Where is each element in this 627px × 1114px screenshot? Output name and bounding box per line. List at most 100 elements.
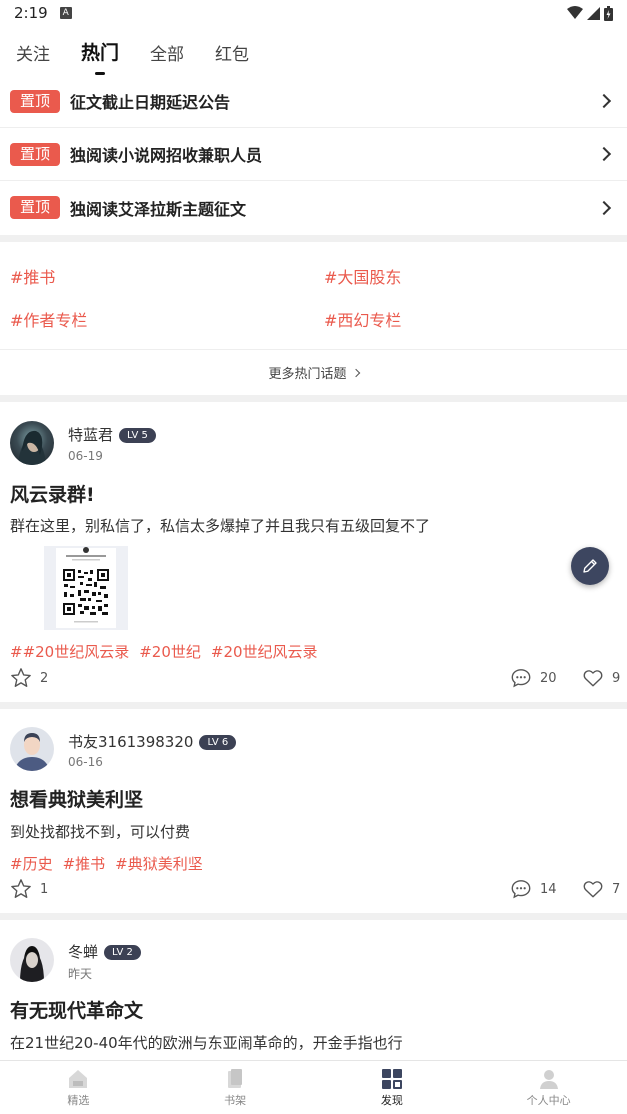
post-actions: 1 14 7: [0, 878, 627, 908]
notification-icon: A: [59, 7, 72, 19]
post-author[interactable]: 特蓝君 LV 5: [68, 424, 156, 445]
nav-label: 个人中心: [526, 1093, 571, 1107]
home-icon: [69, 1069, 88, 1088]
status-time: 2:19: [14, 4, 48, 22]
nav-bookshelf[interactable]: 书架: [157, 1061, 314, 1114]
pinned-title: 征文截止日期延迟公告: [70, 93, 231, 112]
star-icon: [11, 879, 31, 898]
section-divider: [0, 235, 627, 242]
nav-label: 书架: [224, 1093, 247, 1107]
comment-button[interactable]: 14: [510, 878, 557, 900]
more-topics-link[interactable]: 更多热门话题: [0, 349, 627, 395]
avatar[interactable]: [10, 727, 54, 771]
post-date: 06-16: [68, 755, 103, 769]
profile-icon: [539, 1069, 558, 1089]
pinned-list: 置顶 征文截止日期延迟公告 置顶 独阅读小说网招收兼职人员 置顶 独阅读艾泽拉斯…: [0, 75, 627, 234]
favorite-button[interactable]: 1: [10, 878, 48, 900]
chevron-right-icon: [351, 368, 360, 377]
pinned-badge: 置顶: [10, 142, 61, 166]
post-body: 在21世纪20-40年代的欧洲与东亚闹革命的，开金手指也行: [10, 1034, 403, 1052]
tag-link[interactable]: #推书: [63, 853, 106, 874]
username: 冬蝉: [68, 943, 99, 961]
pinned-item[interactable]: 置顶 独阅读小说网招收兼职人员: [0, 128, 627, 181]
top-tabs: 关注 热门 全部 红包: [0, 30, 627, 80]
comment-icon: [511, 880, 531, 899]
post-title[interactable]: 有无现代革命文: [10, 996, 143, 1023]
pinned-title: 独阅读艾泽拉斯主题征文: [70, 199, 247, 219]
level-badge: LV 6: [199, 735, 237, 750]
tag-link[interactable]: #历史: [10, 853, 53, 874]
status-bar: 2:19 A: [0, 0, 627, 26]
tab-hot[interactable]: 热门: [81, 30, 119, 80]
nav-profile[interactable]: 个人中心: [470, 1061, 627, 1114]
section-divider: [0, 395, 627, 402]
hot-topics: #推书 #大国股东 #作者专栏 #西幻专栏: [0, 243, 627, 349]
tag-link[interactable]: #20世纪: [139, 641, 201, 662]
more-topics-label: 更多热门话题: [268, 367, 347, 382]
chevron-right-icon: [596, 146, 612, 162]
tag-link[interactable]: #20世纪风云录: [211, 641, 318, 662]
nav-featured[interactable]: 精选: [0, 1061, 157, 1114]
post-card[interactable]: 书友3161398320 LV 6 06-16 想看典狱美利坚 到处找都找不到，可…: [0, 709, 627, 914]
like-count: 9: [612, 670, 621, 686]
bookshelf-icon: [228, 1068, 243, 1088]
section-divider: [0, 702, 627, 709]
like-button[interactable]: 9: [582, 667, 620, 689]
post-card[interactable]: 特蓝君 LV 5 06-19 风云录群! 群在这里，别私信了，私信太多爆掉了并且我…: [0, 402, 627, 702]
favorite-count: 1: [40, 881, 49, 897]
post-author[interactable]: 书友3161398320 LV 6: [68, 731, 237, 752]
pinned-title: 独阅读小说网招收兼职人员: [70, 146, 263, 165]
username: 特蓝君: [68, 426, 114, 444]
nav-label: 发现: [380, 1093, 403, 1107]
post-title[interactable]: 风云录群!: [10, 480, 95, 507]
post-actions: 2 20 9: [0, 667, 627, 697]
pinned-badge: 置顶: [10, 89, 61, 113]
post-tags: #历史 #推书 #典狱美利坚: [10, 853, 203, 874]
favorite-button[interactable]: 2: [10, 667, 48, 689]
tab-all[interactable]: 全部: [150, 30, 184, 80]
comment-icon: [511, 669, 531, 688]
post-body: 到处找都找不到，可以付费: [10, 823, 191, 841]
pinned-badge: 置顶: [10, 196, 61, 219]
tag-link[interactable]: #典狱美利坚: [115, 853, 203, 874]
star-icon: [11, 668, 31, 687]
comment-count: 14: [540, 881, 557, 897]
level-badge: LV 2: [104, 945, 141, 960]
battery-icon: [604, 5, 613, 21]
heart-icon: [583, 881, 603, 898]
avatar[interactable]: [10, 938, 54, 982]
post-title[interactable]: 想看典狱美利坚: [10, 785, 143, 812]
signal-icon: [587, 6, 600, 20]
level-badge: LV 5: [119, 428, 156, 443]
topic-link[interactable]: #西幻专栏: [324, 307, 401, 331]
like-button[interactable]: 7: [582, 878, 620, 900]
tab-following[interactable]: 关注: [16, 30, 50, 80]
heart-icon: [583, 670, 603, 687]
post-author[interactable]: 冬蝉 LV 2: [68, 941, 141, 962]
post-card[interactable]: 冬蝉 LV 2 昨天 有无现代革命文 在21世纪20-40年代的欧洲与东亚闹革命的…: [0, 920, 627, 1060]
pencil-icon: [583, 559, 597, 573]
topic-link[interactable]: #推书: [10, 264, 55, 288]
chevron-right-icon: [596, 200, 612, 215]
tab-red-packet[interactable]: 红包: [215, 30, 249, 80]
compose-button[interactable]: [571, 547, 609, 585]
pinned-item[interactable]: 置顶 征文截止日期延迟公告: [0, 75, 627, 128]
discover-icon: [381, 1068, 402, 1089]
comment-button[interactable]: 20: [510, 667, 557, 689]
topic-link[interactable]: #大国股东: [324, 264, 401, 288]
topic-link[interactable]: #作者专栏: [10, 307, 87, 331]
section-divider: [0, 913, 627, 920]
username: 书友3161398320: [68, 733, 194, 751]
qr-code-image[interactable]: [44, 546, 128, 630]
tag-link[interactable]: ##20世纪风云录: [10, 641, 129, 662]
pinned-item[interactable]: 置顶 独阅读艾泽拉斯主题征文: [0, 181, 627, 234]
nav-discover[interactable]: 发现: [314, 1061, 471, 1114]
wifi-icon: [567, 6, 583, 19]
favorite-count: 2: [40, 670, 49, 686]
status-icons: [567, 5, 613, 21]
post-date: 昨天: [68, 967, 93, 981]
avatar[interactable]: [10, 421, 54, 465]
post-body: 群在这里，别私信了，私信太多爆掉了并且我只有五级回复不了: [10, 517, 431, 535]
chevron-right-icon: [596, 93, 612, 109]
bottom-navigation: 精选 书架 发现 个人中心: [0, 1060, 627, 1114]
